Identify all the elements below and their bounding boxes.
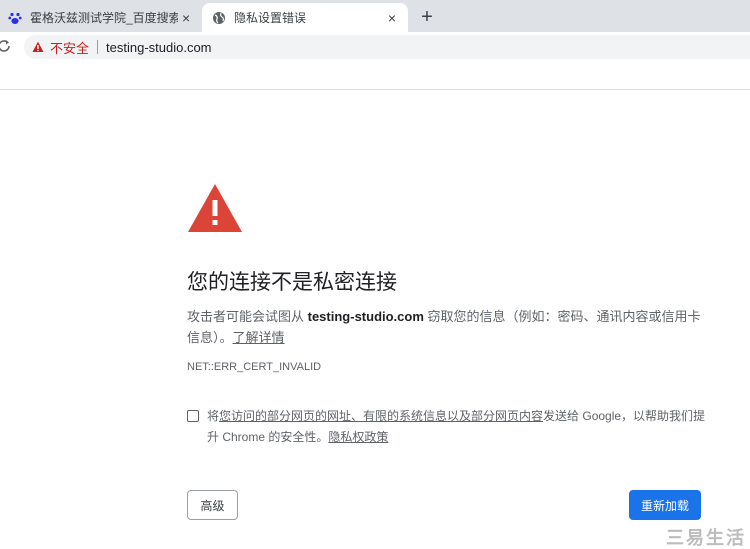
learn-more-link[interactable]: 了解详情 (233, 330, 285, 345)
address-bar[interactable]: 不安全 testing-studio.com (24, 35, 750, 59)
error-code: NET::ERR_CERT_INVALID (187, 361, 322, 373)
globe-icon (212, 11, 226, 25)
watermark: 三易生活 (666, 528, 746, 548)
error-description: 攻击者可能会试图从 testing-studio.com 窃取您的信息（例如：密… (187, 306, 707, 348)
desc-domain: testing-studio.com (307, 309, 424, 324)
desc-prefix: 攻击者可能会试图从 (187, 309, 308, 324)
baidu-paw-icon (8, 11, 22, 25)
advanced-button[interactable]: 高级 (187, 490, 238, 520)
tab-privacy-error[interactable]: 隐私设置错误 × (202, 3, 408, 32)
toolbar: 不安全 testing-studio.com (0, 32, 750, 90)
optin-prefix: 将 (207, 409, 220, 423)
tab-close-icon[interactable]: × (384, 10, 400, 26)
privacy-policy-link[interactable]: 隐私权政策 (328, 430, 388, 444)
page-title: 您的连接不是私密连接 (187, 271, 397, 294)
tab-title: 隐私设置错误 (234, 11, 307, 25)
security-status-label[interactable]: 不安全 (50, 38, 89, 57)
reload-icon[interactable] (0, 38, 12, 54)
safe-browsing-optin: 将您访问的部分网页的网址、有限的系统信息以及部分网页内容发送给 Google，以… (187, 406, 707, 448)
tab-strip: 霍格沃兹测试学院_百度搜索 × 隐私设置错误 × + (0, 0, 750, 32)
tab-baidu-search[interactable]: 霍格沃兹测试学院_百度搜索 × (0, 3, 202, 32)
new-tab-button[interactable]: + (416, 6, 438, 28)
tab-close-icon[interactable]: × (178, 10, 194, 26)
warning-triangle-icon[interactable] (32, 41, 44, 53)
optin-data-link[interactable]: 您访问的部分网页的网址、有限的系统信息以及部分网页内容 (219, 409, 543, 423)
tab-title: 霍格沃兹测试学院_百度搜索 (30, 11, 179, 25)
url-text[interactable]: testing-studio.com (106, 40, 212, 55)
optin-checkbox[interactable] (187, 410, 199, 422)
reload-button[interactable]: 重新加载 (629, 490, 701, 520)
optin-text: 将您访问的部分网页的网址、有限的系统信息以及部分网页内容发送给 Google，以… (207, 406, 707, 448)
divider (97, 40, 99, 54)
warning-triangle-icon (187, 183, 243, 233)
